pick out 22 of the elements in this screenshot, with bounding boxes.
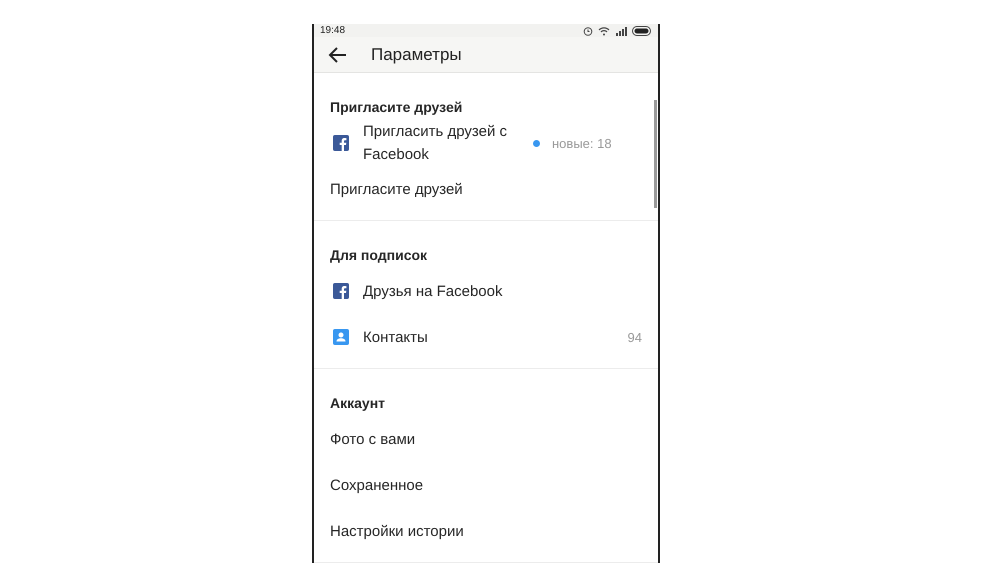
alarm-icon <box>583 26 593 36</box>
battery-icon <box>632 26 652 36</box>
wifi-icon <box>598 26 610 36</box>
settings-item[interactable]: Контакты <box>363 326 628 348</box>
signal-icon <box>615 26 627 36</box>
section-title: Для подписок <box>329 246 428 265</box>
section-title: Пригласите друзей <box>329 98 464 117</box>
settings-item[interactable]: Настройки истории <box>330 520 642 542</box>
settings-item[interactable]: Фото с вами <box>330 428 642 450</box>
settings-item[interactable]: Пригласите друзей <box>330 178 642 200</box>
section-title: Аккаунт <box>329 394 386 413</box>
facebook-icon <box>333 135 349 151</box>
back-arrow-icon[interactable] <box>328 44 348 65</box>
settings-item[interactable]: Пригласить друзей с Facebook <box>363 120 533 166</box>
facebook-icon <box>333 283 349 299</box>
new-count: новые: 18 <box>552 136 612 150</box>
settings-item[interactable]: Друзья на Facebook <box>363 280 642 302</box>
contact-icon <box>333 329 349 345</box>
contact-count: 94 <box>628 330 642 344</box>
page-title: Параметры <box>371 44 462 65</box>
settings-item[interactable]: Сохраненное <box>330 474 642 496</box>
status-time: 19:48 <box>320 25 346 36</box>
